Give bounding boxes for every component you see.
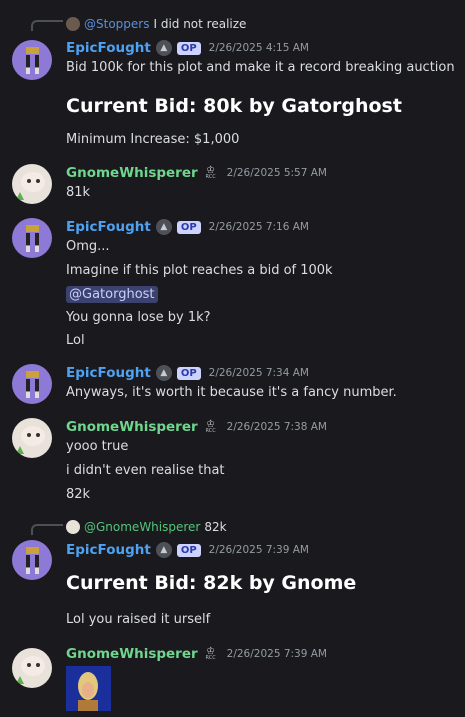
timestamp: 2/26/2025 7:39 AM [226, 648, 327, 660]
avatar [66, 520, 80, 534]
message: GnomeWhisperer ♔ RCC 2/26/2025 5:57 AM 81… [0, 160, 465, 210]
avatar[interactable] [12, 648, 52, 688]
message: EpicFought ▲ OP 2/26/2025 7:16 AM Omg...… [0, 214, 465, 354]
message-line: Minimum Increase: $1,000 [66, 132, 240, 147]
op-badge: OP [176, 41, 201, 55]
guild-tag-icon: ▲ [155, 542, 172, 558]
author-name[interactable]: GnomeWhisperer [66, 646, 198, 662]
guild-tag-icon: ♔ RCC [205, 646, 216, 661]
avatar [66, 17, 80, 31]
timestamp: 2/26/2025 4:15 AM [208, 42, 309, 54]
author-name[interactable]: EpicFought [66, 219, 151, 235]
reply-author[interactable]: @GnomeWhisperer [84, 520, 200, 534]
message-line: Bid 100k for this plot and make it a rec… [66, 60, 455, 75]
message-line: Imagine if this plot reaches a bid of 10… [66, 263, 333, 278]
message-line: Lol [66, 333, 85, 348]
message: @GnomeWhisperer 82k EpicFought ▲ OP 2/26… [0, 516, 465, 634]
avatar[interactable] [12, 164, 52, 204]
avatar[interactable] [12, 40, 52, 80]
reply-connector [31, 524, 63, 535]
guild-tag-icon: ▲ [155, 219, 172, 235]
avatar-image [26, 547, 39, 574]
message: GnomeWhisperer ♔ RCC 2/26/2025 7:38 AM yo… [0, 414, 465, 509]
reply-author[interactable]: @Stoppers [84, 17, 149, 31]
message-line: You gonna lose by 1k? [66, 310, 211, 325]
message-line: yooo true [66, 439, 129, 454]
avatar-image [16, 656, 45, 684]
author-name[interactable]: EpicFought [66, 542, 151, 558]
message: @Stoppers I did not realize EpicFought ▲… [0, 12, 465, 152]
heading: Current Bid: 82k by Gnome [66, 572, 357, 594]
timestamp: 2/26/2025 5:57 AM [226, 167, 327, 179]
guild-tag-icon: ♔ RCC [205, 165, 216, 180]
reply-text: 82k [204, 520, 227, 534]
avatar-image [26, 225, 39, 252]
timestamp: 2/26/2025 7:16 AM [208, 221, 309, 233]
attachment-image [66, 666, 111, 711]
user-mention[interactable]: @Gatorghost [66, 286, 158, 303]
reply-preview[interactable]: @Stoppers I did not realize [66, 15, 246, 33]
timestamp: 2/26/2025 7:34 AM [208, 367, 309, 379]
message-line: i didn't even realise that [66, 463, 225, 478]
guild-tag-icon: ▲ [155, 365, 172, 381]
avatar[interactable] [12, 418, 52, 458]
image-attachment[interactable] [66, 666, 111, 711]
message: GnomeWhisperer ♔ RCC 2/26/2025 7:39 AM [0, 644, 465, 717]
avatar[interactable] [12, 218, 52, 258]
op-badge: OP [176, 366, 201, 380]
avatar-image [16, 426, 45, 454]
author-name[interactable]: EpicFought [66, 40, 151, 56]
author-name[interactable]: GnomeWhisperer [66, 419, 198, 435]
guild-tag-icon: ♔ RCC [205, 419, 216, 434]
message-line: Omg... [66, 239, 110, 254]
message-line: Lol you raised it urself [66, 612, 211, 627]
reply-preview[interactable]: @GnomeWhisperer 82k [66, 518, 227, 536]
message: EpicFought ▲ OP 2/26/2025 7:34 AM Anyway… [0, 360, 465, 410]
avatar[interactable] [12, 364, 52, 404]
op-badge: OP [176, 220, 201, 234]
reply-connector [31, 20, 63, 31]
heading: Current Bid: 80k by Gatorghost [66, 95, 402, 117]
reply-text: I did not realize [153, 17, 247, 31]
op-badge: OP [176, 543, 201, 557]
avatar-image [26, 371, 39, 398]
timestamp: 2/26/2025 7:38 AM [226, 421, 327, 433]
guild-tag-icon: ▲ [155, 40, 172, 56]
timestamp: 2/26/2025 7:39 AM [208, 544, 309, 556]
avatar-image [26, 47, 39, 74]
author-name[interactable]: GnomeWhisperer [66, 165, 198, 181]
message-line: 82k [66, 487, 91, 502]
avatar-image [16, 172, 45, 200]
message-line: Anyways, it's worth it because it's a fa… [66, 385, 397, 400]
message-line: 81k [66, 185, 91, 200]
author-name[interactable]: EpicFought [66, 365, 151, 381]
avatar[interactable] [12, 540, 52, 580]
